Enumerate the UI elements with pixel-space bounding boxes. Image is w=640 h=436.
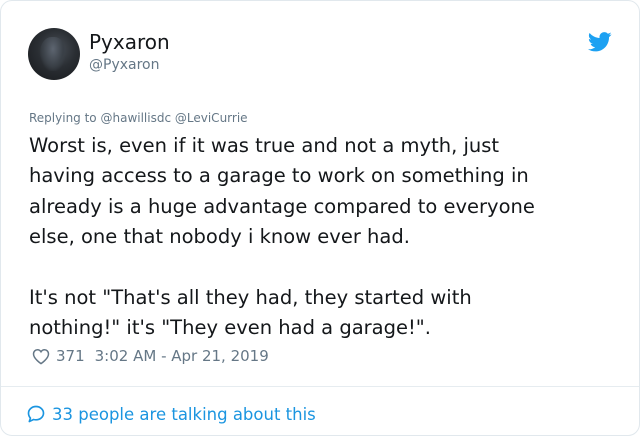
tweet-card: Pyxaron @Pyxaron Replying to @hawillisdc… — [0, 0, 640, 436]
heart-icon[interactable] — [32, 348, 50, 365]
avatar[interactable] — [28, 28, 80, 80]
tweet-text: Worst is, even if it was true and not a … — [29, 134, 535, 340]
talking-label[interactable]: 33 people are talking about this — [52, 405, 316, 424]
author-display-name[interactable]: Pyxaron — [89, 29, 170, 55]
tweet-meta: 371 3:02 AM - Apr 21, 2019 — [32, 346, 269, 366]
reply-mention-hawillisdc[interactable]: @hawillisdc — [100, 111, 171, 125]
reply-context: Replying to @hawillisdc @LeviCurrie — [29, 110, 248, 126]
divider — [1, 386, 639, 387]
reply-prefix: Replying to — [29, 111, 97, 125]
tweet-timestamp[interactable]: 3:02 AM - Apr 21, 2019 — [95, 346, 269, 366]
reply-mention-levicurrie[interactable]: @LeviCurrie — [175, 111, 248, 125]
author-handle[interactable]: @Pyxaron — [89, 56, 159, 74]
like-count[interactable]: 371 — [56, 346, 85, 366]
speech-bubble-icon — [27, 405, 45, 423]
twitter-bird-icon[interactable] — [588, 32, 612, 52]
conversation-link[interactable]: 33 people are talking about this — [26, 403, 316, 425]
